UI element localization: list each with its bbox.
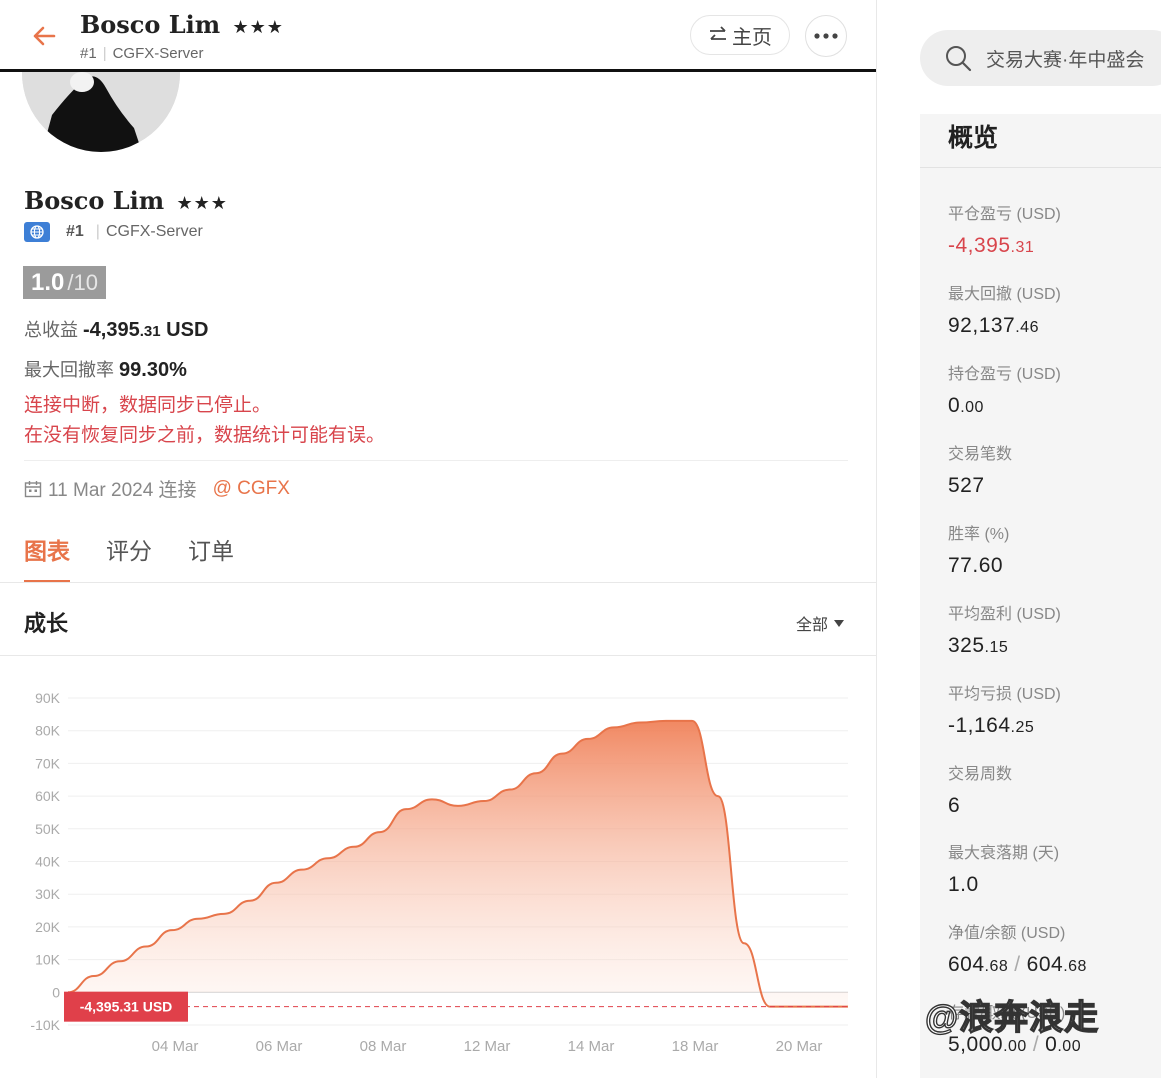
header-rank: #1 xyxy=(80,45,97,62)
x-tick-label: 18 Mar xyxy=(672,1038,719,1055)
connection-date: 11 Mar 2024 连接 xyxy=(48,480,197,501)
top-bar: Bosco Lim ★★★ #1 | CGFX-Server 主页 xyxy=(0,0,876,72)
main-column: Bosco Lim ★★★ #1 | CGFX-Server 主页 Bosco Li… xyxy=(0,0,877,1078)
connection-info: 11 Mar 2024 连接 @ CGFX xyxy=(24,475,290,502)
overview-max-decline-days: 最大衰落期 (天) 1.0 xyxy=(948,845,1060,896)
overview-title: 概览 xyxy=(948,124,999,152)
sync-warning-line-1: 连接中断，数据同步已停止。 xyxy=(24,395,272,416)
home-button[interactable]: 主页 xyxy=(690,15,790,55)
tab-orders[interactable]: 订单 xyxy=(188,532,234,583)
stars-icon: ★★★ xyxy=(232,17,284,38)
x-tick-label: 04 Mar xyxy=(152,1038,199,1055)
sync-warning-line-2: 在没有恢复同步之前，数据统计可能有误。 xyxy=(24,425,386,446)
rating-stars-icon: ★★★ xyxy=(176,193,228,214)
x-tick-label: 20 Mar xyxy=(776,1038,823,1055)
search-bar[interactable]: 交易大赛·年中盛会 xyxy=(920,30,1161,86)
more-dots-icon xyxy=(814,33,838,39)
overview-equity-balance: 净值/余额 (USD) 604.68/604.68 xyxy=(948,925,1087,976)
header-subtitle: #1 | CGFX-Server xyxy=(80,45,204,62)
x-tick-label: 12 Mar xyxy=(464,1038,511,1055)
overview-trade-weeks: 交易周数 6 xyxy=(948,766,1013,817)
x-tick-label: 14 Mar xyxy=(568,1038,615,1055)
x-tick-label: 08 Mar xyxy=(360,1038,407,1055)
globe-icon xyxy=(24,222,50,242)
back-arrow-icon[interactable] xyxy=(28,20,60,52)
divider xyxy=(920,167,1161,168)
search-placeholder: 交易大赛·年中盛会 xyxy=(986,49,1145,71)
trader-subtitle: #1 | CGFX-Server xyxy=(24,222,203,242)
y-tick-label: -10K xyxy=(30,1017,60,1033)
caret-down-icon xyxy=(834,619,845,627)
y-tick-label: 40K xyxy=(35,854,61,870)
total-profit: 总收益 -4,395.31 USD xyxy=(24,319,209,341)
switch-icon xyxy=(710,26,726,40)
overview-panel: 概览 平仓盈亏 (USD) -4,395.31 最大回撤 (USD) 92,13… xyxy=(920,114,1161,1078)
divider xyxy=(24,460,848,461)
tab-bar: 图表 评分 订单 xyxy=(24,532,234,583)
range-filter-dropdown[interactable]: 全部 xyxy=(796,611,845,635)
overview-avg-loss: 平均亏损 (USD) -1,164.25 xyxy=(948,686,1061,737)
y-tick-label: 20K xyxy=(35,919,61,935)
right-sidebar: 交易大赛·年中盛会 概览 平仓盈亏 (USD) -4,395.31 最大回撤 (… xyxy=(878,0,1161,1078)
score-badge: 1.0/10 xyxy=(23,266,106,299)
overview-closed-pnl: 平仓盈亏 (USD) -4,395.31 xyxy=(948,206,1061,257)
divider xyxy=(0,655,876,656)
x-tick-label: 06 Mar xyxy=(256,1038,303,1055)
home-button-label: 主页 xyxy=(732,26,772,49)
overview-win-rate: 胜率 (%) 77.60 xyxy=(948,526,1010,577)
growth-chart: 90K 80K 70K 60K 50K 40K 30K 20K 10K 0 -10K 04 Mar 06… xyxy=(30,690,849,1055)
y-tick-label: 70K xyxy=(35,755,61,771)
y-tick-label: 30K xyxy=(35,886,61,902)
calendar-icon xyxy=(24,480,42,497)
broker-link[interactable]: @ CGFX xyxy=(213,478,290,500)
trader-name: Bosco Lim ★★★ xyxy=(24,186,228,215)
overview-avg-profit: 平均盈利 (USD) 325.15 xyxy=(948,606,1061,657)
tab-rating[interactable]: 评分 xyxy=(106,532,152,583)
divider xyxy=(0,582,876,583)
search-icon xyxy=(946,46,972,72)
y-tick-label: 80K xyxy=(35,723,61,739)
max-drawdown-rate: 最大回撤率 99.30% xyxy=(24,359,187,381)
current-value-label: -4,395.31 USD xyxy=(80,999,173,1015)
y-tick-label: 60K xyxy=(35,788,61,804)
server-name: CGFX-Server xyxy=(105,223,203,240)
header-server: CGFX-Server xyxy=(112,45,204,62)
y-tick-label: 50K xyxy=(35,821,61,837)
y-tick-label: 90K xyxy=(35,690,61,706)
header-trader-name: Bosco Lim ★★★ xyxy=(80,10,284,39)
overview-open-pnl: 持仓盈亏 (USD) 0.00 xyxy=(948,366,1061,417)
rank: #1 xyxy=(66,223,84,240)
tab-chart[interactable]: 图表 xyxy=(24,532,70,583)
y-tick-label: 10K xyxy=(35,952,61,968)
y-tick-label: 0 xyxy=(52,984,60,1000)
overview-max-drawdown: 最大回撤 (USD) 92,137.46 xyxy=(948,286,1061,337)
more-options-button[interactable] xyxy=(805,15,847,57)
overview-trade-count: 交易笔数 527 xyxy=(948,446,1013,497)
growth-title: 成长 xyxy=(24,611,69,636)
watermark: @浪奔浪走 xyxy=(924,998,1100,1037)
